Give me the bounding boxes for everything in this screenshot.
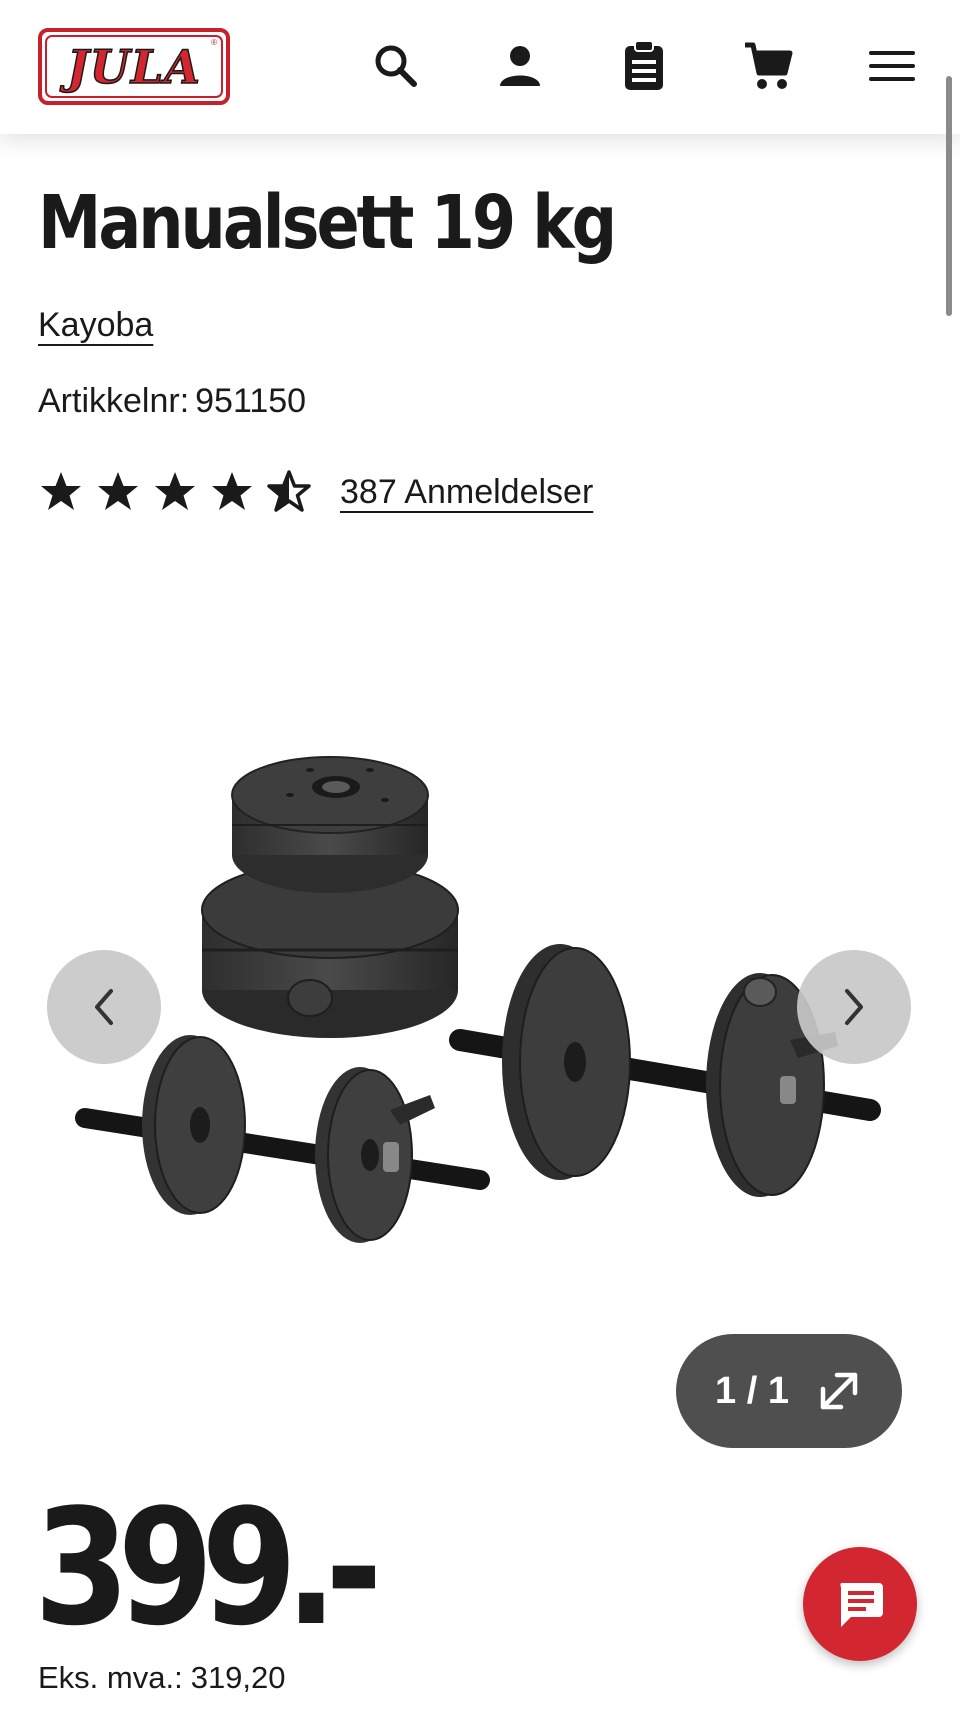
menu-icon[interactable]: [866, 40, 918, 92]
cart-icon[interactable]: [742, 40, 794, 92]
product-price: 399.-: [34, 1474, 382, 1661]
rating-stars: [38, 470, 312, 514]
product-image-dumbbell-set[interactable]: [60, 740, 900, 1300]
next-image-button[interactable]: [797, 950, 911, 1064]
chevron-right-icon: [845, 989, 863, 1025]
previous-image-button[interactable]: [47, 950, 161, 1064]
account-icon[interactable]: [494, 40, 546, 92]
article-number-value: 951150: [195, 382, 307, 420]
rating-row: 387 Anmeldelser: [38, 470, 593, 514]
star-full-icon: [41, 472, 81, 510]
reviews-link[interactable]: 387 Anmeldelser: [340, 473, 593, 512]
scrollbar[interactable]: [946, 76, 952, 316]
chat-button[interactable]: [803, 1547, 917, 1661]
ex-vat-value: 319,20: [190, 1660, 286, 1695]
price-excluding-vat: Eks. mva.: 319,20: [38, 1660, 286, 1696]
star-half-icon: [267, 470, 311, 512]
jula-logo[interactable]: JULA ®: [38, 28, 230, 105]
ex-vat-label: Eks. mva.:: [38, 1660, 183, 1695]
site-header: JULA ®: [0, 0, 960, 134]
chat-icon: [840, 1583, 883, 1627]
image-counter: 1 / 1: [715, 1369, 789, 1412]
search-icon[interactable]: [370, 40, 422, 92]
expand-icon: [820, 1372, 858, 1410]
product-title: Manualsett 19 kg: [38, 180, 617, 266]
star-full-icon: [212, 472, 252, 510]
image-counter-button[interactable]: 1 / 1: [676, 1334, 902, 1448]
logo-registered-mark: ®: [211, 38, 217, 47]
star-full-icon: [155, 472, 195, 510]
article-number-label: Artikkelnr:: [38, 382, 190, 420]
article-number: Artikkelnr: 951150: [38, 382, 306, 421]
logo-frame: [45, 35, 223, 98]
brand-link[interactable]: Kayoba: [38, 306, 153, 345]
shopping-list-icon[interactable]: [618, 40, 670, 92]
product-gallery: 1 / 1: [0, 700, 960, 1448]
star-full-icon: [98, 472, 138, 510]
chevron-left-icon: [95, 989, 113, 1025]
